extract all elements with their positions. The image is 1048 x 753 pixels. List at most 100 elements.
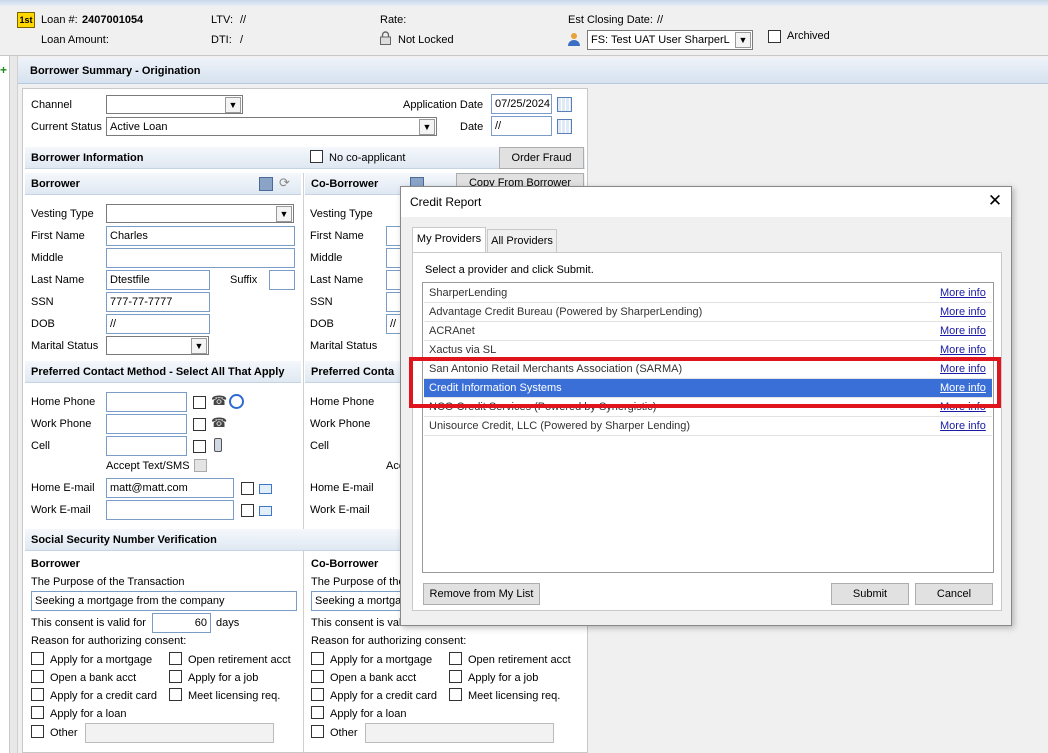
cell-input[interactable] — [106, 436, 187, 456]
archived-checkbox[interactable] — [768, 30, 781, 43]
loan-number-value: 2407001054 — [82, 14, 144, 26]
provider-name: ACRAnet — [429, 325, 475, 337]
refresh-icon[interactable]: ⟳ — [279, 176, 293, 190]
current-status-select[interactable]: Active Loan ▼ — [106, 117, 437, 136]
rate-label: Rate: — [380, 14, 407, 26]
other-label: Other — [50, 727, 78, 739]
other-checkbox[interactable] — [31, 725, 44, 738]
user-icon — [567, 32, 581, 46]
provider-name: Advantage Credit Bureau (Powered by Shar… — [429, 306, 703, 318]
home-phone-label: Home Phone — [31, 396, 96, 408]
no-coapplicant-checkbox[interactable] — [310, 150, 323, 163]
middle-input[interactable] — [106, 248, 295, 268]
cell-checkbox[interactable] — [193, 440, 206, 453]
calendar-icon[interactable] — [557, 97, 572, 112]
provider-list: SharperLending More info Advantage Credit … — [422, 282, 994, 573]
apply-credit-card-checkbox[interactable] — [31, 688, 44, 701]
licensing-checkbox[interactable] — [169, 688, 182, 701]
more-info-link[interactable]: More info — [940, 286, 986, 300]
apply-loan-checkbox[interactable] — [31, 706, 44, 719]
ssn-input[interactable]: 777-77-7777 — [106, 292, 210, 312]
more-info-link[interactable]: More info — [940, 419, 986, 433]
clock-icon[interactable] — [229, 394, 244, 409]
est-closing-value: // — [657, 14, 664, 26]
co-open-retirement-checkbox[interactable] — [449, 652, 462, 665]
work-email-label: Work E-mail — [31, 504, 91, 516]
application-date-input[interactable]: 07/25/2024 — [491, 94, 552, 114]
purpose-input[interactable]: Seeking a mortgage from the company — [31, 591, 297, 611]
home-phone-checkbox[interactable] — [193, 396, 206, 409]
provider-row[interactable]: SharperLending More info — [424, 284, 992, 303]
contacts-icon[interactable] — [259, 177, 273, 191]
marital-status-select[interactable]: ▼ — [106, 336, 209, 355]
first-lien-badge-icon: 1st — [17, 12, 35, 28]
open-bank-checkbox[interactable] — [31, 670, 44, 683]
calendar-icon[interactable] — [557, 119, 572, 134]
accept-text-checkbox[interactable] — [194, 459, 207, 472]
remove-from-list-button[interactable]: Remove from My List — [423, 583, 540, 605]
home-email-label: Home E-mail — [31, 482, 95, 494]
channel-select[interactable]: ▼ — [106, 95, 243, 114]
work-email-input[interactable] — [106, 500, 234, 520]
co-open-bank-checkbox[interactable] — [311, 670, 324, 683]
open-bank-label: Open a bank acct — [50, 672, 137, 684]
more-info-link[interactable]: More info — [940, 343, 986, 357]
email-icon[interactable] — [259, 506, 272, 516]
more-info-link[interactable]: More info — [940, 305, 986, 319]
co-other-input[interactable] — [365, 723, 554, 743]
more-info-link[interactable]: More info — [940, 324, 986, 338]
close-icon[interactable]: ✕ — [986, 192, 1004, 210]
provider-row[interactable]: Advantage Credit Bureau (Powered by Shar… — [424, 303, 992, 322]
apply-job-checkbox[interactable] — [169, 670, 182, 683]
submit-button[interactable]: Submit — [831, 583, 909, 605]
reason-label: Reason for authorizing consent: — [31, 635, 187, 647]
co-apply-job-checkbox[interactable] — [449, 670, 462, 683]
home-email-checkbox[interactable] — [241, 482, 254, 495]
last-name-input[interactable]: Dtestfile — [106, 270, 210, 290]
tab-all-providers[interactable]: All Providers — [487, 229, 557, 253]
apply-mortgage-checkbox[interactable] — [31, 652, 44, 665]
lock-icon — [380, 31, 391, 45]
co-reason-label: Reason for authorizing consent: — [311, 635, 467, 647]
home-email-input[interactable]: matt@matt.com — [106, 478, 234, 498]
co-apply-mortgage-label: Apply for a mortgage — [330, 654, 433, 666]
work-email-checkbox[interactable] — [241, 504, 254, 517]
suffix-input[interactable] — [269, 270, 295, 290]
rail-splitter[interactable] — [10, 56, 18, 753]
first-name-input[interactable]: Charles — [106, 226, 295, 246]
work-phone-input[interactable] — [106, 414, 187, 434]
user-select[interactable]: FS: Test UAT User SharperL ▼ — [587, 30, 753, 50]
panel-titlebar: Borrower Summary - Origination — [18, 58, 1048, 84]
co-other-checkbox[interactable] — [311, 725, 324, 738]
dti-label: DTI: — [211, 34, 232, 46]
other-input[interactable] — [85, 723, 274, 743]
email-icon[interactable] — [259, 484, 272, 494]
accept-text-label: Accept Text/SMS — [106, 460, 190, 472]
home-phone-input[interactable] — [106, 392, 187, 412]
dob-input[interactable]: // — [106, 314, 210, 334]
co-apply-credit-card-checkbox[interactable] — [311, 688, 324, 701]
date-input[interactable]: // — [491, 116, 552, 136]
vesting-type-label: Vesting Type — [31, 208, 94, 220]
phone-icon: ☎ — [211, 415, 228, 430]
ltv-label: LTV: — [211, 14, 234, 26]
work-phone-checkbox[interactable] — [193, 418, 206, 431]
chevron-down-icon: ▼ — [735, 32, 751, 48]
add-icon[interactable]: + — [0, 64, 9, 76]
cell-label: Cell — [31, 440, 50, 452]
co-middle-label: Middle — [310, 252, 343, 264]
provider-row[interactable]: ACRAnet More info — [424, 322, 992, 341]
dialog-title: Credit Report — [410, 195, 482, 209]
co-licensing-checkbox[interactable] — [449, 688, 462, 701]
column-divider — [303, 173, 304, 753]
valid-days-input[interactable]: 60 — [152, 613, 211, 633]
co-apply-loan-checkbox[interactable] — [311, 706, 324, 719]
cancel-button[interactable]: Cancel — [915, 583, 993, 605]
open-retirement-checkbox[interactable] — [169, 652, 182, 665]
vesting-type-select[interactable]: ▼ — [106, 204, 294, 223]
order-fraud-button[interactable]: Order Fraud — [499, 147, 584, 169]
tab-my-providers[interactable]: My Providers — [412, 227, 486, 253]
co-apply-mortgage-checkbox[interactable] — [311, 652, 324, 665]
application-date-label: Application Date — [403, 99, 484, 111]
provider-row[interactable]: Unisource Credit, LLC (Powered by Sharpe… — [424, 417, 992, 436]
